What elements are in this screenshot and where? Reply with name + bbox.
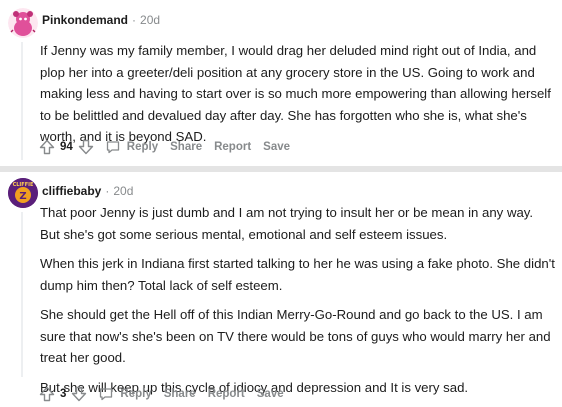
upvote-icon[interactable] (38, 138, 56, 156)
report-button[interactable]: Report (208, 386, 245, 402)
save-label: Save (263, 141, 291, 153)
comment-actions: 3 Reply Share Report Save (38, 384, 284, 404)
username[interactable]: Pinkondemand (42, 13, 128, 27)
avatar[interactable]: Z CLIFFIE (8, 178, 38, 208)
vote-score: 3 (60, 388, 67, 400)
reply-label: Reply (126, 141, 159, 153)
vote-score: 94 (60, 141, 73, 153)
save-button[interactable]: Save (257, 386, 284, 402)
comment: Z CLIFFIE cliffiebaby · 20d That poor Je… (0, 172, 562, 407)
comment-paragraph: If Jenny was my family member, I would d… (40, 43, 551, 144)
report-label: Report (207, 388, 245, 400)
report-label: Report (214, 141, 252, 153)
comment-body: That poor Jenny is just dumb and I am no… (40, 202, 556, 406)
comment-meta: cliffiebaby · 20d (42, 184, 133, 198)
reply-button[interactable]: Reply (105, 137, 158, 157)
pink-snoo-avatar-icon (8, 8, 38, 38)
reply-label: Reply (120, 388, 152, 400)
save-button[interactable]: Save (263, 139, 290, 155)
username[interactable]: cliffiebaby (42, 184, 101, 198)
reply-button[interactable]: Reply (98, 384, 152, 404)
comment-paragraph: That poor Jenny is just dumb and I am no… (40, 205, 534, 242)
upvote-icon[interactable] (38, 385, 56, 403)
downvote-icon[interactable] (77, 138, 95, 156)
avatar[interactable] (8, 8, 38, 38)
thread-line[interactable] (21, 212, 23, 377)
comment-actions: 94 Reply Share Report Save (38, 137, 290, 157)
comment-paragraph: When this jerk in Indiana first started … (40, 256, 555, 293)
thread-line[interactable] (21, 42, 23, 160)
separator-dot: · (105, 184, 110, 198)
comment-bubble-icon (98, 386, 114, 402)
share-label: Share (170, 141, 203, 153)
comment: Pinkondemand · 20d If Jenny was my famil… (0, 0, 562, 166)
share-button[interactable]: Share (170, 139, 202, 155)
avatar-text: CLIFFIE (12, 182, 34, 188)
report-button[interactable]: Report (214, 139, 251, 155)
comment-meta: Pinkondemand · 20d (42, 13, 160, 27)
downvote-icon[interactable] (70, 385, 88, 403)
comment-paragraph: She should get the Hell off of this Indi… (40, 307, 551, 365)
share-label: Share (163, 388, 196, 400)
comment-age[interactable]: 20d (140, 13, 160, 27)
separator-dot: · (132, 13, 137, 27)
comment-bubble-icon (105, 139, 121, 155)
comment-age[interactable]: 20d (113, 184, 133, 198)
share-button[interactable]: Share (164, 386, 196, 402)
save-label: Save (256, 388, 284, 400)
svg-text:Z: Z (19, 191, 26, 202)
